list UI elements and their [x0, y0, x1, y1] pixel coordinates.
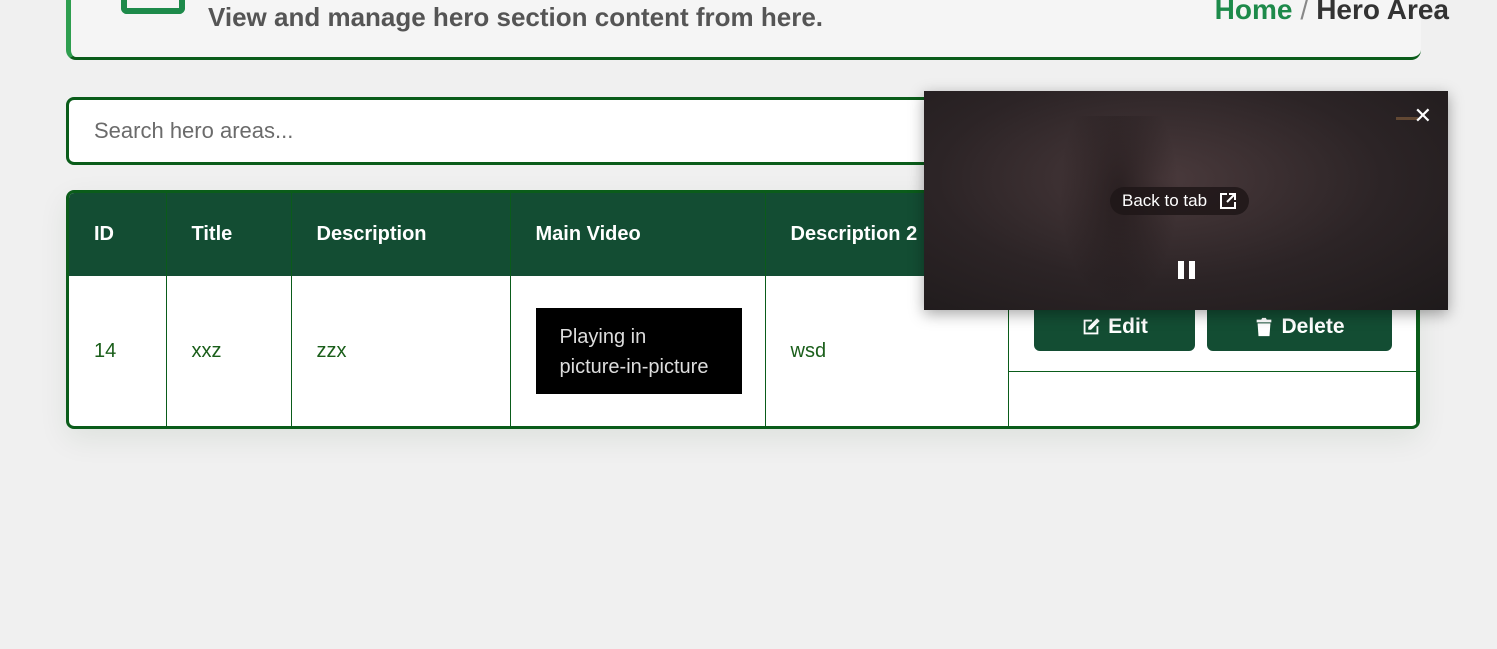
breadcrumb: Home / Hero Area	[1215, 0, 1449, 26]
back-to-tab-button[interactable]: Back to tab	[1110, 187, 1250, 215]
pip-close-button[interactable]: ✕	[1414, 103, 1432, 129]
column-header-title[interactable]: Title	[166, 193, 292, 276]
delete-button[interactable]: Delete	[1206, 303, 1392, 351]
breadcrumb-separator: /	[1300, 0, 1309, 25]
column-header-id[interactable]: ID	[69, 193, 167, 276]
breadcrumb-home-link[interactable]: Home	[1215, 0, 1293, 25]
cell-description: zzx	[291, 276, 511, 426]
pause-icon[interactable]	[1178, 261, 1196, 279]
hero-section-icon	[121, 0, 185, 14]
open-external-icon	[1220, 193, 1237, 209]
breadcrumb-current: Hero Area	[1316, 0, 1449, 25]
page-subtitle: View and manage hero section content fro…	[208, 2, 823, 32]
delete-button-label: Delete	[1281, 315, 1345, 338]
main-video-player[interactable]: Playing in picture-in-picture	[535, 308, 742, 394]
edit-icon	[1083, 318, 1100, 335]
cell-title: xxz	[166, 276, 292, 426]
column-header-main-video[interactable]: Main Video	[510, 193, 766, 276]
picture-in-picture-window[interactable]: ✕ Back to tab	[924, 91, 1448, 310]
back-to-tab-label: Back to tab	[1122, 191, 1208, 210]
trash-icon	[1257, 317, 1272, 337]
edit-button-label: Edit	[1108, 315, 1148, 338]
cell-id: 14	[69, 276, 167, 426]
column-header-description[interactable]: Description	[291, 193, 511, 276]
edit-button[interactable]: Edit	[1033, 303, 1195, 351]
cell-main-video: Playing in picture-in-picture	[510, 276, 766, 426]
